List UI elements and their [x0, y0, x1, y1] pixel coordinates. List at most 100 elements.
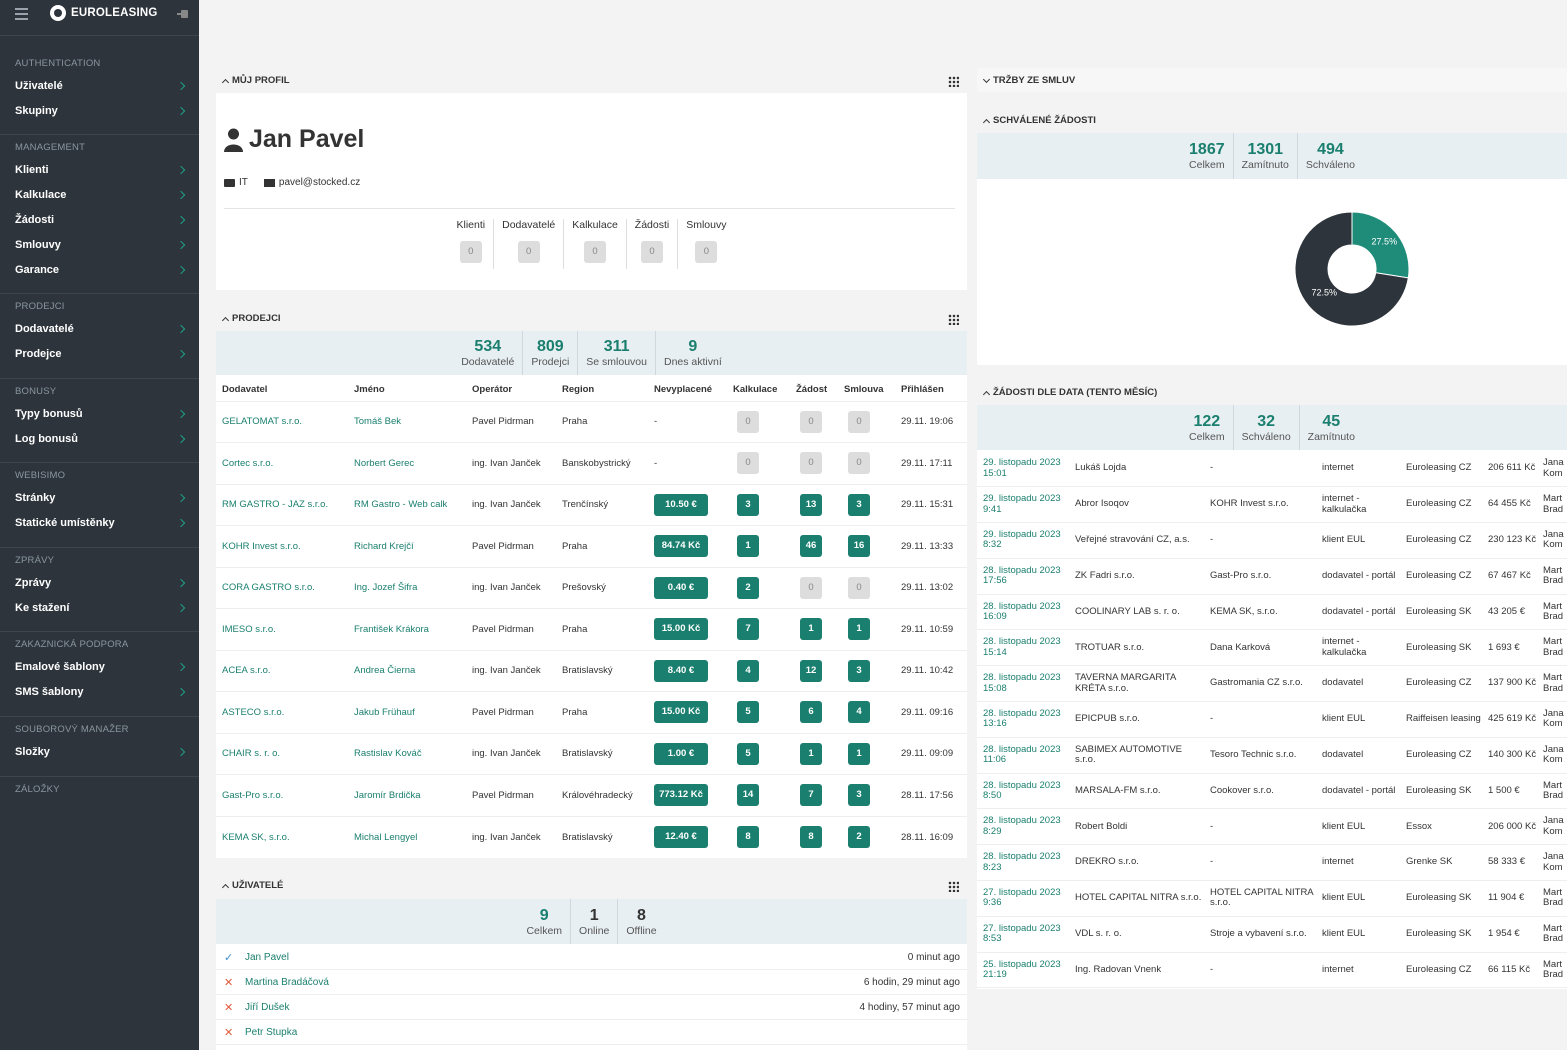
- supplier-link[interactable]: Gast-Pro s.r.o.: [222, 790, 283, 801]
- column-header[interactable]: Nevyplacené: [648, 379, 727, 401]
- supplier-link[interactable]: IMESO s.r.o.: [222, 624, 276, 635]
- zadosti-panel-title[interactable]: ŽÁDOSTI DLE DATA (TENTO MĚSÍC): [982, 387, 1157, 398]
- prodejci-panel-title[interactable]: PRODEJCI: [221, 313, 281, 324]
- seller-link[interactable]: Jakub Frühauf: [354, 707, 415, 718]
- table-row[interactable]: ASTECO s.r.o. Jakub Frühauf Pavel Pidrman P…: [216, 691, 967, 733]
- table-row[interactable]: ACEA s.r.o. Andrea Čierna ing. Ivan Janček…: [216, 649, 967, 692]
- column-header[interactable]: Operátor: [466, 379, 556, 401]
- table-row[interactable]: CHAIR s. r. o. Rastislav Kováč ing. Ivan J…: [216, 732, 967, 775]
- table-row[interactable]: 28. listopadu 2023 8:29 Robert Boldi - klie…: [977, 808, 1567, 846]
- supplier-link[interactable]: KEMA SK, s.r.o.: [222, 832, 290, 843]
- seller-link[interactable]: RM Gastro - Web calk: [354, 499, 447, 510]
- sidebar-item[interactable]: Statické umístěnky: [0, 511, 199, 536]
- grid-menu-icon[interactable]: [948, 76, 959, 87]
- column-header[interactable]: Dodavatel: [216, 379, 348, 401]
- sidebar-item[interactable]: Zprávy: [0, 571, 199, 596]
- seller-link[interactable]: Tomáš Bek: [354, 416, 401, 427]
- table-row[interactable]: 28. listopadu 2023 13:16 EPICPUB s.r.o. - k…: [977, 701, 1567, 738]
- seller-link[interactable]: Ing. Jozef Šifra: [354, 582, 417, 593]
- grid-menu-icon[interactable]: [948, 314, 959, 325]
- table-row[interactable]: GELATOMAT s.r.o. Tomáš Bek Pavel Pidrman Pr…: [216, 400, 967, 443]
- sidebar-item[interactable]: Složky: [0, 740, 199, 765]
- table-row[interactable]: 25. listopadu 2023 21:19 Ing. Radovan Vne…: [977, 952, 1567, 989]
- table-row[interactable]: KEMA SK, s.r.o. Michal Lengyel ing. Ivan J…: [216, 815, 967, 858]
- column-header[interactable]: Žádost: [790, 379, 838, 401]
- sidebar-item[interactable]: SMS šablony: [0, 680, 199, 705]
- table-row[interactable]: KOHR Invest s.r.o. Richard Krejčí Pavel Pi…: [216, 525, 967, 567]
- column-header[interactable]: Kalkulace: [727, 379, 790, 401]
- request-date-link[interactable]: 28. listopadu 2023 15:14: [983, 636, 1061, 658]
- supplier-link[interactable]: ASTECO s.r.o.: [222, 707, 284, 718]
- column-header[interactable]: Smlouva: [838, 379, 895, 401]
- request-date-link[interactable]: 29. listopadu 2023 15:01: [983, 457, 1061, 479]
- sidebar-item[interactable]: Kalkulace: [0, 183, 199, 208]
- supplier-link[interactable]: Cortec s.r.o.: [222, 458, 273, 469]
- seller-link[interactable]: Richard Krejčí: [354, 541, 414, 552]
- trzby-panel-title[interactable]: TRŽBY ZE SMLUV: [982, 75, 1075, 86]
- column-header[interactable]: Jméno: [348, 379, 466, 401]
- table-row[interactable]: 27. listopadu 2023 8:53 VDL s. r. o. Stroj…: [977, 916, 1567, 953]
- request-date-link[interactable]: 28. listopadu 2023 16:09: [983, 601, 1061, 623]
- sidebar-item[interactable]: Stránky: [0, 486, 199, 511]
- column-header[interactable]: Přihlášen: [895, 379, 967, 401]
- table-row[interactable]: 29. listopadu 2023 15:01 Lukáš Lojda - inte…: [977, 451, 1567, 488]
- pin-icon[interactable]: [177, 10, 189, 20]
- user-name-link[interactable]: Petr Stupka: [245, 1027, 297, 1038]
- request-date-link[interactable]: 28. listopadu 2023 17:56: [983, 565, 1061, 587]
- request-date-link[interactable]: 28. listopadu 2023 11:06: [983, 744, 1061, 766]
- request-date-link[interactable]: 29. listopadu 2023 8:32: [983, 529, 1061, 551]
- request-date-link[interactable]: 28. listopadu 2023 8:29: [983, 815, 1061, 837]
- sidebar-item[interactable]: Prodejce: [0, 342, 199, 367]
- sidebar-item[interactable]: Klienti: [0, 158, 199, 183]
- profile-panel-title[interactable]: MŮJ PROFIL: [221, 75, 290, 86]
- seller-link[interactable]: Jaromír Brdička: [354, 790, 421, 801]
- sidebar-item[interactable]: Typy bonusů: [0, 402, 199, 427]
- sidebar-item[interactable]: Log bonusů: [0, 427, 199, 452]
- table-row[interactable]: 28. listopadu 2023 17:56 ZK Fadri s.r.o. G…: [977, 558, 1567, 595]
- table-row[interactable]: 28. listopadu 2023 16:09 COOLINARY LAB s.…: [977, 594, 1567, 631]
- table-row[interactable]: 28. listopadu 2023 8:50 MARSALA-FM s.r.o.…: [977, 773, 1567, 810]
- sidebar-item[interactable]: Garance: [0, 258, 199, 283]
- user-name-link[interactable]: Martina Bradáčová: [245, 977, 329, 988]
- seller-link[interactable]: Michal Lengyel: [354, 832, 417, 843]
- table-row[interactable]: 29. listopadu 2023 9:41 Abror Isoqov KOHR …: [977, 486, 1567, 524]
- sidebar-item[interactable]: Skupiny: [0, 99, 199, 124]
- sidebar-item[interactable]: Ke stažení: [0, 596, 199, 621]
- request-date-link[interactable]: 25. listopadu 2023 21:19: [983, 959, 1061, 981]
- table-row[interactable]: RM GASTRO - JAZ s.r.o. RM Gastro - Web ca…: [216, 483, 967, 526]
- sidebar-item[interactable]: Žádosti: [0, 208, 199, 233]
- request-date-link[interactable]: 28. listopadu 2023 8:23: [983, 851, 1061, 873]
- column-header[interactable]: Region: [556, 379, 648, 401]
- request-date-link[interactable]: 28. listopadu 2023 13:16: [983, 708, 1061, 730]
- sidebar-item[interactable]: Uživatelé: [0, 74, 199, 99]
- table-row[interactable]: Gast-Pro s.r.o. Jaromír Brdička Pavel Pidr…: [216, 774, 967, 816]
- supplier-link[interactable]: CORA GASTRO s.r.o.: [222, 582, 315, 593]
- table-row[interactable]: IMESO s.r.o. František Krákora Pavel Pidrm…: [216, 608, 967, 650]
- supplier-link[interactable]: CHAIR s. r. o.: [222, 748, 280, 759]
- sidebar-item[interactable]: Emalové šablony: [0, 655, 199, 680]
- sidebar-item[interactable]: Dodavatelé: [0, 317, 199, 342]
- request-date-link[interactable]: 28. listopadu 2023 15:08: [983, 672, 1061, 694]
- supplier-link[interactable]: ACEA s.r.o.: [222, 665, 271, 676]
- request-date-link[interactable]: 28. listopadu 2023 8:50: [983, 780, 1061, 802]
- schvalene-panel-title[interactable]: SCHVÁLENÉ ŽÁDOSTI: [982, 115, 1096, 126]
- grid-menu-icon[interactable]: [948, 881, 959, 892]
- supplier-link[interactable]: KOHR Invest s.r.o.: [222, 541, 301, 552]
- table-row[interactable]: 28. listopadu 2023 8:23 DREKRO s.r.o. - int…: [977, 844, 1567, 882]
- seller-link[interactable]: Norbert Gerec: [354, 458, 414, 469]
- supplier-link[interactable]: RM GASTRO - JAZ s.r.o.: [222, 499, 328, 510]
- profile-email[interactable]: pavel@stocked.cz: [279, 177, 360, 188]
- sidebar-item[interactable]: Smlouvy: [0, 233, 199, 258]
- supplier-link[interactable]: GELATOMAT s.r.o.: [222, 416, 302, 427]
- seller-link[interactable]: František Krákora: [354, 624, 429, 635]
- uzivatele-panel-title[interactable]: UŽIVATELÉ: [221, 880, 283, 891]
- request-date-link[interactable]: 27. listopadu 2023 8:53: [983, 923, 1061, 945]
- table-row[interactable]: 29. listopadu 2023 8:32 Veřejné stravován…: [977, 522, 1567, 559]
- table-row[interactable]: CORA GASTRO s.r.o. Ing. Jozef Šifra ing. I…: [216, 566, 967, 609]
- menu-icon[interactable]: [15, 8, 28, 20]
- brand-logo[interactable]: EUROLEASING: [50, 5, 158, 21]
- table-row[interactable]: 28. listopadu 2023 15:14 TROTUAR s.r.o. Da…: [977, 629, 1567, 667]
- table-row[interactable]: Cortec s.r.o. Norbert Gerec ing. Ivan Janč…: [216, 442, 967, 484]
- user-name-link[interactable]: Jiří Dušek: [245, 1002, 289, 1013]
- request-date-link[interactable]: 27. listopadu 2023 9:36: [983, 887, 1061, 909]
